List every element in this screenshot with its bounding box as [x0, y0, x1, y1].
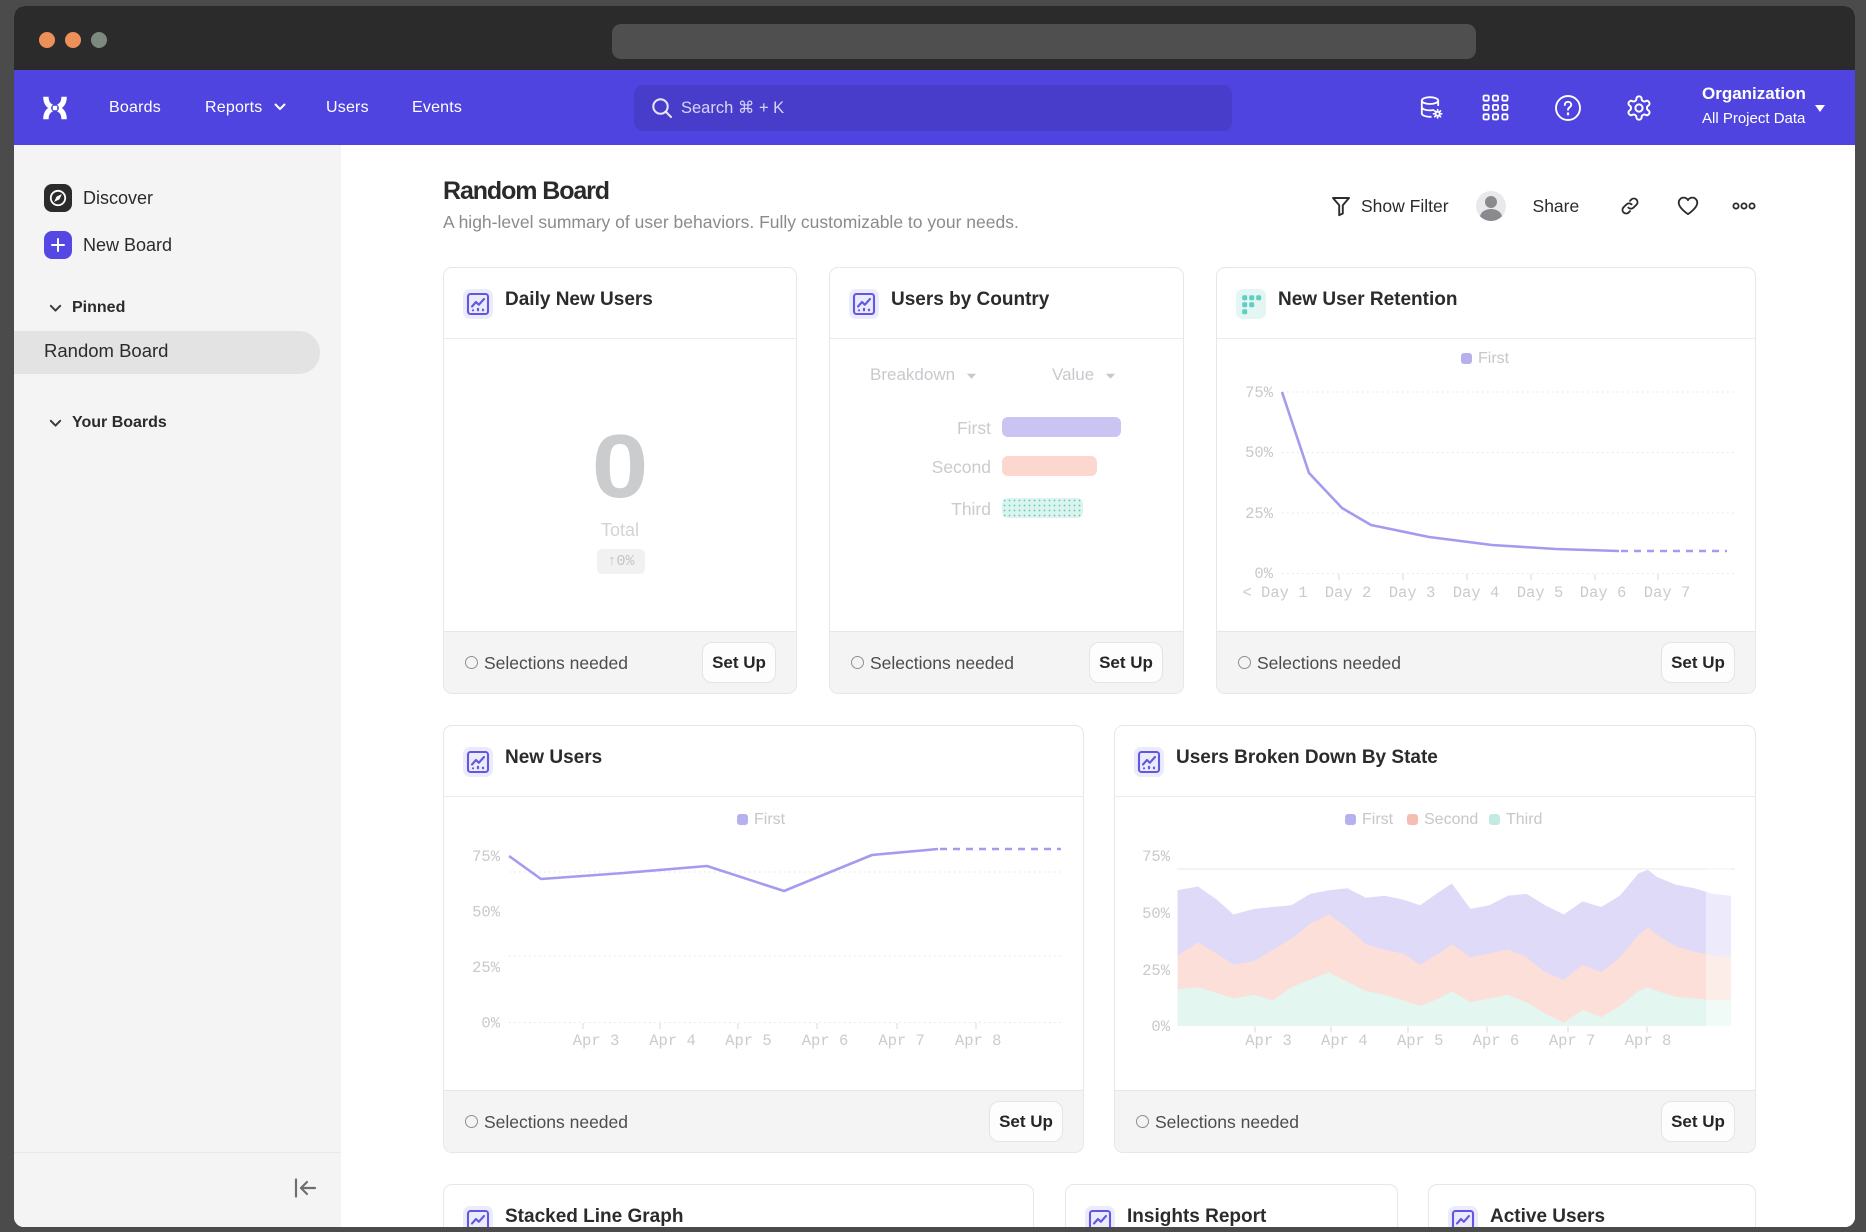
svg-text:First: First [1362, 811, 1394, 828]
svg-text:Day 6: Day 6 [1580, 584, 1627, 602]
svg-text:Day 5: Day 5 [1517, 584, 1564, 602]
svg-text:Apr 7: Apr 7 [1549, 1032, 1596, 1050]
svg-text:25%: 25% [1245, 505, 1274, 523]
svg-text:< Day 1: < Day 1 [1242, 584, 1307, 602]
svg-text:0%: 0% [1151, 1018, 1170, 1036]
svg-text:25%: 25% [472, 959, 501, 977]
svg-text:Apr 3: Apr 3 [573, 1032, 620, 1050]
svg-text:Day 4: Day 4 [1453, 584, 1500, 602]
svg-text:75%: 75% [1142, 848, 1171, 866]
svg-text:Apr 3: Apr 3 [1245, 1032, 1292, 1050]
svg-text:50%: 50% [1245, 444, 1274, 462]
svg-text:25%: 25% [1142, 962, 1171, 980]
svg-text:0%: 0% [1254, 565, 1273, 583]
svg-text:Apr 4: Apr 4 [649, 1032, 696, 1050]
svg-text:75%: 75% [472, 848, 501, 866]
svg-text:50%: 50% [1142, 905, 1171, 923]
svg-text:Apr 8: Apr 8 [1625, 1032, 1672, 1050]
svg-text:Apr 7: Apr 7 [878, 1032, 925, 1050]
svg-text:Third: Third [1506, 811, 1542, 828]
svg-text:Apr 4: Apr 4 [1321, 1032, 1368, 1050]
svg-text:Apr 5: Apr 5 [725, 1032, 772, 1050]
svg-text:0%: 0% [481, 1015, 500, 1033]
svg-text:Day 7: Day 7 [1644, 584, 1691, 602]
svg-text:First: First [1478, 350, 1510, 367]
svg-text:First: First [754, 811, 786, 828]
svg-text:Day 2: Day 2 [1325, 584, 1372, 602]
svg-text:75%: 75% [1245, 384, 1274, 402]
svg-text:Apr 5: Apr 5 [1397, 1032, 1444, 1050]
svg-text:50%: 50% [472, 904, 501, 922]
svg-text:Apr 8: Apr 8 [955, 1032, 1002, 1050]
svg-text:Day 3: Day 3 [1389, 584, 1436, 602]
svg-text:Apr 6: Apr 6 [802, 1032, 849, 1050]
svg-text:Apr 6: Apr 6 [1473, 1032, 1520, 1050]
svg-text:Second: Second [1424, 811, 1478, 828]
